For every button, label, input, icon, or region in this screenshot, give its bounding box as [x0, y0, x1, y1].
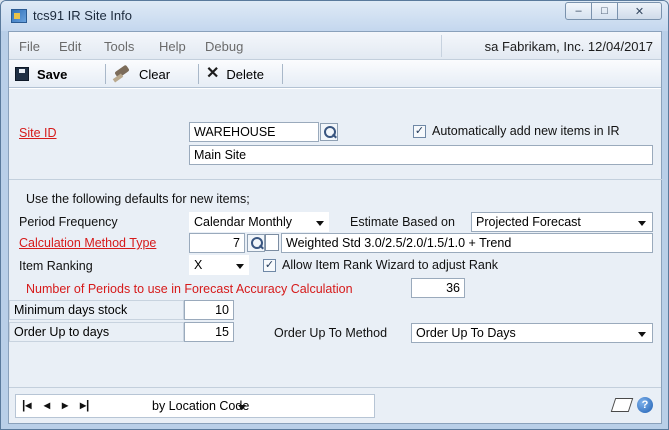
close-button[interactable]: ✕ [617, 2, 662, 20]
period-frequency-label: Period Frequency [19, 215, 118, 229]
site-id-label[interactable]: Site ID [19, 126, 57, 140]
periods-input[interactable]: 36 [411, 278, 465, 298]
section-divider [9, 179, 663, 180]
estimate-based-label: Estimate Based on [350, 215, 455, 229]
order-up-days-input[interactable]: 15 [184, 322, 234, 342]
app-window: tcs91 IR Site Info – □ ✕ File Edit Tools… [0, 0, 669, 430]
chevron-down-icon [238, 405, 246, 410]
auto-add-checkbox[interactable]: ✓ [413, 125, 426, 138]
defaults-heading: Use the following defaults for new items… [26, 192, 250, 206]
last-record-icon[interactable]: ▸| [80, 398, 89, 412]
menu-separator [441, 35, 442, 57]
site-id-lookup-icon[interactable] [320, 123, 338, 141]
min-days-label: Minimum days stock [14, 303, 128, 317]
item-ranking-value: X [194, 258, 203, 272]
auto-add-label: Automatically add new items in IR [432, 124, 620, 138]
calc-method-lookup-icon[interactable] [247, 234, 265, 252]
next-record-icon[interactable]: ▸ [62, 398, 68, 412]
estimate-based-select[interactable]: Projected Forecast [471, 212, 653, 232]
save-icon [15, 67, 29, 81]
delete-x-icon: ✕ [206, 65, 220, 82]
menu-help[interactable]: Help [159, 39, 186, 54]
period-frequency-select[interactable]: Calendar Monthly [189, 212, 329, 232]
status-bar: |◂ ◂ ▸ ▸| by Location Code ? [9, 387, 661, 423]
title-bar[interactable]: tcs91 IR Site Info – □ ✕ [1, 1, 668, 31]
delete-button[interactable]: ✕ Delete [206, 65, 264, 83]
chevron-down-icon [236, 264, 244, 269]
chevron-down-icon [638, 332, 646, 337]
user-company-date: sa Fabrikam, Inc. 12/04/2017 [484, 39, 653, 54]
periods-label: Number of Periods to use in Forecast Acc… [26, 282, 353, 296]
rank-wizard-label: Allow Item Rank Wizard to adjust Rank [282, 258, 499, 272]
chevron-down-icon [638, 221, 646, 226]
delete-label: Delete [226, 66, 264, 82]
toolbar-separator [105, 64, 106, 84]
site-info-form: Site ID WAREHOUSE ✓ Automatically add ne… [9, 89, 663, 389]
chevron-down-icon [316, 221, 324, 226]
help-icon[interactable]: ? [637, 397, 653, 413]
record-navigator: |◂ ◂ ▸ ▸| by Location Code [15, 394, 375, 418]
save-button[interactable]: Save [15, 65, 67, 83]
site-id-input[interactable]: WAREHOUSE [189, 122, 319, 142]
previous-record-icon[interactable]: ◂ [44, 398, 50, 412]
clear-button[interactable]: Clear [112, 65, 170, 83]
calc-method-label[interactable]: Calculation Method Type [19, 236, 156, 250]
browse-sort-value: by Location Code [152, 399, 250, 413]
order-up-days-label-box: Order Up to days [9, 322, 184, 342]
note-icon[interactable] [265, 234, 279, 251]
window-title: tcs91 IR Site Info [33, 8, 132, 23]
calc-method-description: Weighted Std 3.0/2.5/2.0/1.5/1.0 + Trend [281, 233, 653, 253]
menu-file[interactable]: File [19, 39, 40, 54]
order-up-method-select[interactable]: Order Up To Days [411, 323, 653, 343]
toolbar-separator [282, 64, 283, 84]
maximize-button[interactable]: □ [591, 2, 618, 20]
client-area: File Edit Tools Help Debug sa Fabrikam, … [8, 31, 663, 424]
window-note-icon[interactable] [610, 398, 634, 412]
save-label: Save [37, 66, 68, 82]
menu-tools[interactable]: Tools [104, 39, 134, 54]
estimate-based-value: Projected Forecast [476, 215, 581, 229]
browse-sort-select[interactable]: by Location Code [152, 399, 249, 413]
eraser-icon [112, 67, 132, 81]
menu-bar: File Edit Tools Help Debug sa Fabrikam, … [9, 32, 661, 60]
order-up-method-label: Order Up To Method [274, 326, 388, 340]
menu-debug[interactable]: Debug [205, 39, 243, 54]
app-icon [11, 9, 27, 23]
toolbar-separator [198, 64, 199, 84]
minimize-button[interactable]: – [565, 2, 592, 20]
menu-edit[interactable]: Edit [59, 39, 81, 54]
order-up-days-label: Order Up to days [14, 325, 110, 339]
order-up-method-value: Order Up To Days [416, 326, 516, 340]
site-name-field: Main Site [189, 145, 653, 165]
min-days-label-box: Minimum days stock [9, 300, 184, 320]
rank-wizard-checkbox[interactable]: ✓ [263, 259, 276, 272]
first-record-icon[interactable]: |◂ [22, 398, 31, 412]
item-ranking-label: Item Ranking [19, 259, 93, 273]
calc-method-id-input[interactable]: 7 [189, 233, 245, 253]
period-frequency-value: Calendar Monthly [194, 215, 292, 229]
clear-label: Clear [139, 66, 171, 82]
toolbar: Save Clear ✕ Delete [9, 60, 661, 88]
item-ranking-select[interactable]: X [189, 255, 249, 275]
min-days-input[interactable]: 10 [184, 300, 234, 320]
